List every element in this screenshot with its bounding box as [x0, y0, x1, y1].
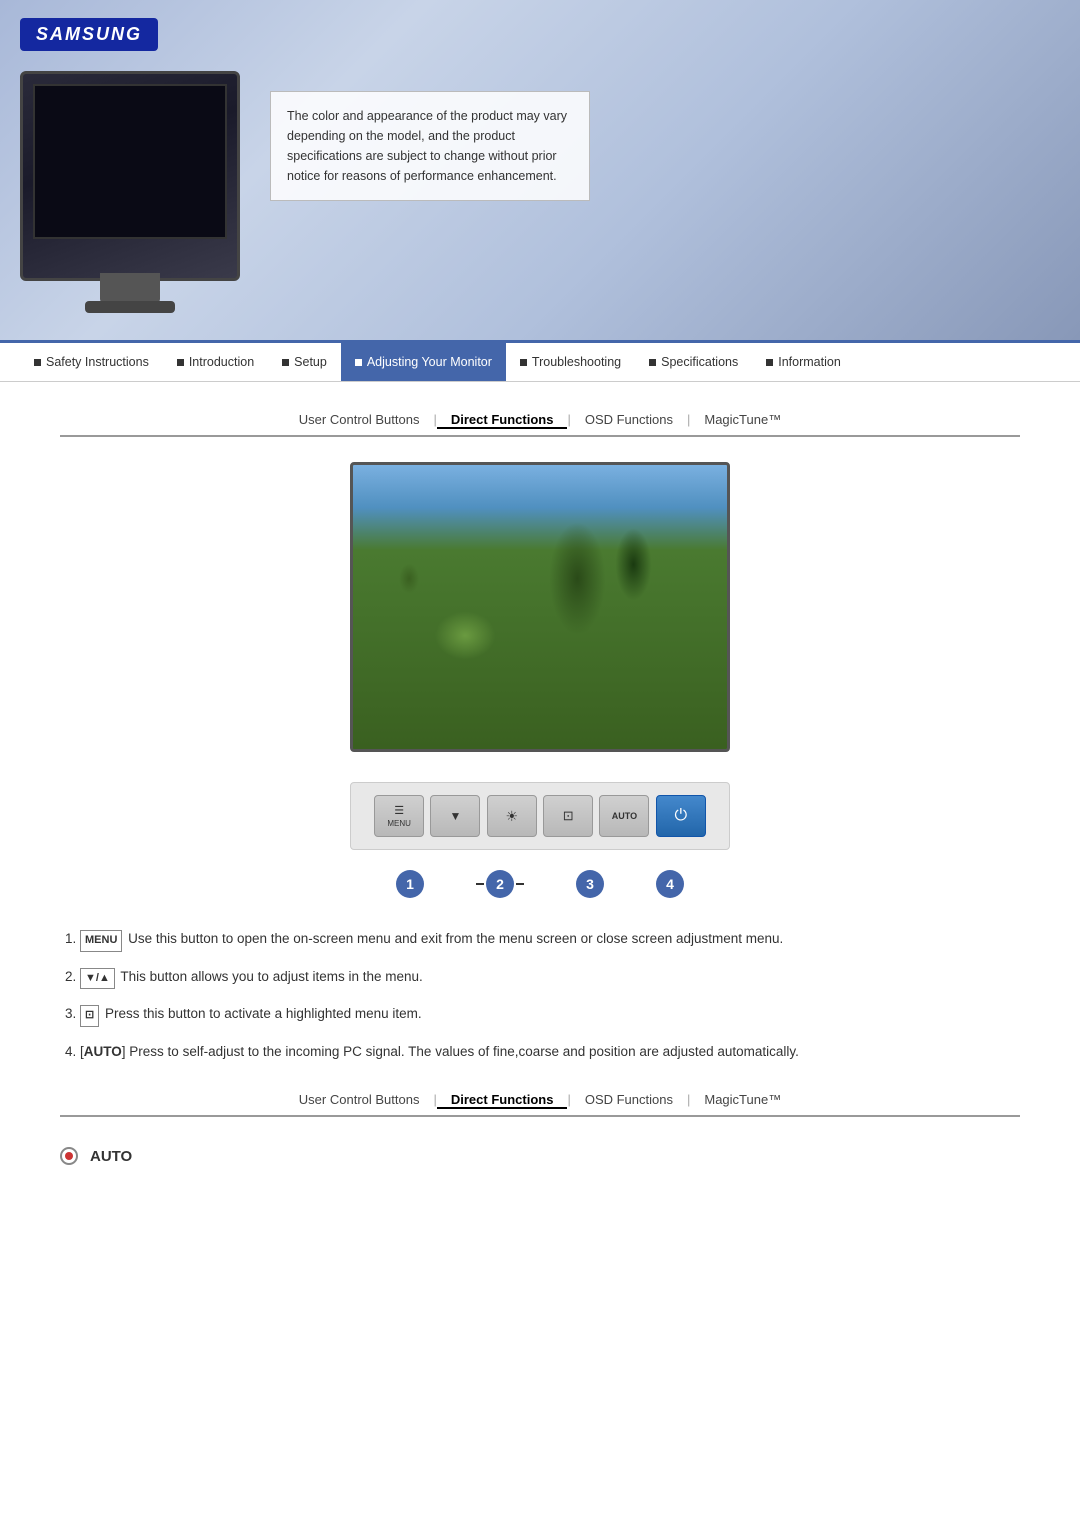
power-icon: ⏻ — [674, 807, 687, 825]
nav-item-label: Setup — [294, 355, 327, 369]
instruction-item-1: MENU Use this button to open the on-scre… — [80, 928, 1020, 952]
number-row: 1 2 3 4 — [350, 870, 730, 898]
instruction-item-2: ▼/▲ This button allows you to adjust ite… — [80, 966, 1020, 990]
notice-text: The color and appearance of the product … — [287, 109, 567, 183]
instruction-text-2: This button allows you to adjust items i… — [120, 969, 422, 984]
monitor-stand — [100, 273, 160, 303]
samsung-logo: SAMSUNG — [20, 18, 158, 51]
down-icon: ▼ — [450, 809, 462, 823]
menu-icon-label: MENU — [80, 930, 122, 952]
enter-icon-label: ⊡ — [80, 1005, 99, 1027]
number-label-2: 2 — [486, 870, 514, 898]
nav-item-label: Introduction — [189, 355, 254, 369]
enter-button[interactable]: ⊡ — [543, 795, 593, 837]
sub-nav-item-user-control-buttons[interactable]: User Control Buttons — [285, 412, 434, 427]
nav-dot — [520, 359, 527, 366]
enter-icon: ⊡ — [563, 808, 574, 824]
instruction-item-4: [AUTO] Press to self-adjust to the incom… — [80, 1041, 1020, 1063]
instruction-text-3: Press this button to activate a highligh… — [105, 1006, 422, 1021]
auto-indicator — [60, 1147, 78, 1165]
sub-nav-bottom: User Control Buttons | Direct Functions … — [60, 1092, 1020, 1117]
nav-item-safety-instructions[interactable]: Safety Instructions — [20, 343, 163, 381]
brightness-button[interactable]: ☀ — [487, 795, 537, 837]
brightness-icon: ☀ — [506, 808, 519, 825]
auto-indicator-inner — [65, 1152, 73, 1160]
monitor-display-image — [350, 462, 730, 752]
instructions-list: MENU Use this button to open the on-scre… — [60, 928, 1020, 1062]
sub-nav-top: User Control Buttons | Direct Functions … — [60, 412, 1020, 437]
number-label-3: 3 — [576, 870, 604, 898]
auto-label-icon: AUTO — [612, 811, 637, 821]
monitor-screen — [33, 84, 227, 239]
nav-item-specifications[interactable]: Specifications — [635, 343, 752, 381]
nav-item-label: Information — [778, 355, 841, 369]
notice-box: The color and appearance of the product … — [270, 91, 590, 201]
auto-button[interactable]: AUTO — [599, 795, 649, 837]
power-button[interactable]: ⏻ — [656, 795, 706, 837]
nav-dot — [34, 359, 41, 366]
sub-nav-item-magictune[interactable]: MagicTune™ — [690, 412, 795, 427]
auto-text-bold: AUTO — [84, 1044, 122, 1059]
nav-item-label: Safety Instructions — [46, 355, 149, 369]
sub-nav-item-osd-functions[interactable]: OSD Functions — [571, 1092, 687, 1107]
sub-nav-item-direct-functions[interactable]: Direct Functions — [437, 1092, 568, 1109]
nav-dot — [177, 359, 184, 366]
main-content: User Control Buttons | Direct Functions … — [0, 382, 1080, 1195]
nav-dot — [282, 359, 289, 366]
auto-section-label: AUTO — [90, 1148, 132, 1165]
nav-item-introduction[interactable]: Introduction — [163, 343, 268, 381]
nav-item-setup[interactable]: Setup — [268, 343, 341, 381]
nav-item-label: Specifications — [661, 355, 738, 369]
instruction-text-4: Press to self-adjust to the incoming PC … — [129, 1044, 799, 1059]
banner-content: The color and appearance of the product … — [20, 71, 1060, 281]
menu-button[interactable]: ☰ MENU — [374, 795, 424, 837]
nav-bar: Safety Instructions Introduction Setup Adju… — [0, 340, 1080, 382]
nav-item-label: Adjusting Your Monitor — [367, 355, 492, 369]
menu-label: MENU — [387, 819, 411, 828]
nav-dot — [766, 359, 773, 366]
nav-dot — [649, 359, 656, 366]
monitor-base — [85, 301, 175, 313]
sub-nav-item-osd-functions[interactable]: OSD Functions — [571, 412, 687, 427]
control-buttons-strip: ☰ MENU ▼ ☀ ⊡ AUTO ⏻ — [350, 782, 730, 850]
sub-nav-item-user-control-buttons[interactable]: User Control Buttons — [285, 1092, 434, 1107]
sub-nav-item-direct-functions[interactable]: Direct Functions — [437, 412, 568, 429]
sub-nav-item-magictune[interactable]: MagicTune™ — [690, 1092, 795, 1107]
updown-icon-label: ▼/▲ — [80, 968, 115, 990]
monitor-illustration — [20, 71, 240, 281]
auto-section: AUTO — [60, 1147, 1020, 1165]
number-label-1: 1 — [396, 870, 424, 898]
number-label-4: 4 — [656, 870, 684, 898]
menu-icon: ☰ — [394, 804, 404, 817]
nav-dot — [355, 359, 362, 366]
instruction-item-3: ⊡ Press this button to activate a highli… — [80, 1003, 1020, 1027]
down-button[interactable]: ▼ — [430, 795, 480, 837]
header-banner: SAMSUNG The color and appearance of the … — [0, 0, 1080, 340]
nav-item-adjusting-your-monitor[interactable]: Adjusting Your Monitor — [341, 343, 506, 381]
nav-item-label: Troubleshooting — [532, 355, 621, 369]
instruction-text-1: Use this button to open the on-screen me… — [128, 931, 783, 946]
nav-item-information[interactable]: Information — [752, 343, 855, 381]
nav-item-troubleshooting[interactable]: Troubleshooting — [506, 343, 635, 381]
number-label-2-bracket: 2 — [476, 870, 524, 898]
